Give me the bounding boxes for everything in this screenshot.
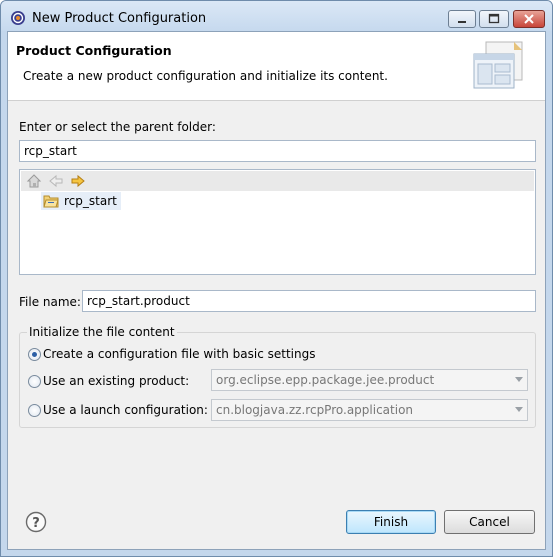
chevron-down-icon <box>515 407 523 412</box>
parent-folder-label: Enter or select the parent folder: <box>19 120 216 134</box>
launch-config-select[interactable]: cn.blogjava.zz.rcpPro.application <box>211 399 528 421</box>
dialog-content: Product Configuration Create a new produ… <box>7 31 546 550</box>
back-icon[interactable] <box>48 173 64 189</box>
maximize-icon <box>488 13 500 24</box>
dialog-window: New Product Configuration Product Config… <box>0 0 553 557</box>
tree-item-label: rcp_start <box>64 194 117 208</box>
finish-button[interactable]: Finish <box>346 510 436 534</box>
tree-toolbar <box>21 171 534 191</box>
wizard-banner-icon <box>473 41 523 89</box>
file-name-input[interactable]: rcp_start.product <box>82 290 536 312</box>
folder-icon <box>43 195 59 208</box>
radio-basic-settings[interactable] <box>28 348 41 361</box>
existing-product-select[interactable]: org.eclipse.epp.package.jee.product <box>211 369 528 391</box>
radio-launch-config-label[interactable]: Use a launch configuration: <box>43 403 208 417</box>
folder-tree[interactable]: rcp_start <box>19 169 536 275</box>
chevron-down-icon <box>515 377 523 382</box>
minimize-button[interactable] <box>448 10 476 28</box>
eclipse-app-icon <box>11 11 25 25</box>
cancel-button[interactable]: Cancel <box>444 510 535 534</box>
home-icon[interactable] <box>26 173 42 189</box>
radio-basic-settings-label[interactable]: Create a configuration file with basic s… <box>43 347 315 361</box>
minimize-icon <box>458 21 466 23</box>
radio-launch-config[interactable] <box>28 404 41 417</box>
launch-config-value: cn.blogjava.zz.rcpPro.application <box>216 403 414 417</box>
radio-existing-product[interactable] <box>28 375 41 388</box>
help-icon[interactable]: ? <box>25 511 47 533</box>
window-title: New Product Configuration <box>32 11 207 26</box>
close-icon <box>524 14 534 24</box>
radio-existing-product-label[interactable]: Use an existing product: <box>43 374 189 388</box>
forward-icon[interactable] <box>70 173 86 189</box>
file-name-label: File name: <box>19 295 81 309</box>
title-bar[interactable]: New Product Configuration <box>1 1 552 31</box>
existing-product-value: org.eclipse.epp.package.jee.product <box>216 373 435 387</box>
svg-text:?: ? <box>32 516 40 531</box>
wizard-description: Create a new product configuration and i… <box>23 69 388 83</box>
tree-item-rcp-start[interactable]: rcp_start <box>41 192 121 210</box>
wizard-title: Product Configuration <box>16 43 172 58</box>
wizard-header: Product Configuration Create a new produ… <box>8 32 545 101</box>
parent-folder-input[interactable]: rcp_start <box>19 140 536 162</box>
maximize-button[interactable] <box>479 10 509 28</box>
close-button[interactable] <box>513 10 545 28</box>
init-content-group-title: Initialize the file content <box>27 325 177 339</box>
